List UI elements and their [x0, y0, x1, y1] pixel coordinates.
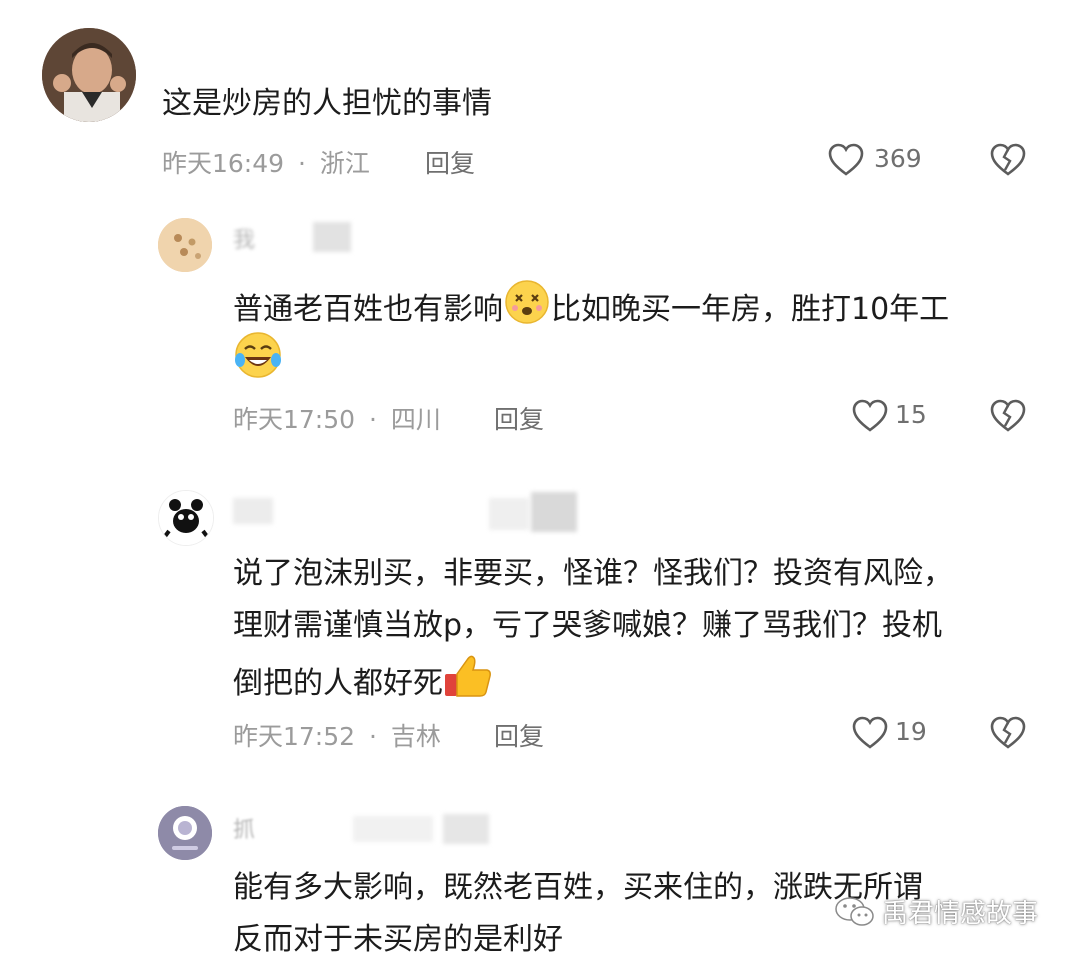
username-mosaic	[489, 498, 529, 530]
comment-text-line1: 说了泡沫别买，非要买，怪谁？怪我们？投资有风险，	[233, 556, 953, 591]
meta-separator: ·	[369, 722, 377, 751]
dizzy-face-emoji-icon	[503, 278, 551, 343]
like-count: 15	[895, 400, 927, 429]
comment-text: 普通老百姓也有影响 比如晚买一年房，胜打10年工	[233, 278, 1033, 343]
username-mosaic	[353, 816, 433, 842]
username-blurred[interactable]: 抓	[233, 812, 503, 846]
comment-text-part1: 普通老百姓也有影响	[233, 292, 503, 327]
username-partial: 我	[233, 228, 256, 253]
username-mosaic	[313, 222, 351, 252]
avatar-commenter-3[interactable]	[158, 490, 214, 546]
broken-heart-icon[interactable]	[990, 399, 1026, 433]
reply-button[interactable]: 回复	[494, 717, 544, 753]
watermark: 禹君情感故事	[834, 893, 1038, 930]
username-blurred[interactable]: 我	[233, 222, 363, 254]
comment-text-part2: 比如晚买一年房，胜打10年工	[551, 292, 950, 327]
comment-meta: 昨天17:50 · 四川	[233, 400, 441, 436]
avatar-commenter-1[interactable]	[42, 28, 136, 122]
thumbs-up-emoji-icon	[443, 652, 493, 717]
comment-text-line2: 理财需谨慎当放p，亏了哭爹喊娘？赚了骂我们？投机	[233, 608, 943, 643]
laughing-tears-emoji-icon	[233, 330, 283, 384]
broken-heart-icon[interactable]	[990, 716, 1026, 750]
reply-button[interactable]: 回复	[425, 144, 475, 180]
comment-location: 浙江	[319, 149, 370, 178]
reply-button[interactable]: 回复	[494, 400, 544, 436]
username-partial: 抓	[233, 818, 256, 843]
meta-separator: ·	[369, 405, 377, 434]
heart-outline-icon[interactable]	[852, 716, 888, 750]
username-mosaic	[233, 498, 273, 524]
comment-time: 昨天16:49	[162, 149, 285, 178]
comment-time: 昨天17:52	[233, 722, 356, 751]
watermark-text: 禹君情感故事	[882, 899, 1039, 929]
avatar-commenter-2[interactable]	[158, 218, 212, 272]
meta-separator: ·	[298, 149, 306, 178]
comment-location: 四川	[390, 405, 441, 434]
heart-outline-icon[interactable]	[828, 143, 864, 177]
username-mosaic	[531, 492, 577, 532]
comment-text: 这是炒房的人担忧的事情	[162, 86, 492, 121]
comment-meta: 昨天17:52 · 吉林	[233, 717, 441, 753]
comment-location: 吉林	[390, 722, 441, 751]
comment-text: 说了泡沫别买，非要买，怪谁？怪我们？投资有风险， 理财需谨慎当放p，亏了哭爹喊娘…	[233, 548, 1043, 717]
username-mosaic	[443, 814, 489, 844]
heart-outline-icon[interactable]	[852, 399, 888, 433]
comment-time: 昨天17:50	[233, 405, 356, 434]
broken-heart-icon[interactable]	[990, 143, 1026, 177]
like-count: 369	[874, 144, 922, 173]
comment-text-line3: 倒把的人都好死	[233, 652, 1043, 717]
like-count: 19	[895, 717, 927, 746]
username-blurred[interactable]	[233, 492, 583, 532]
avatar-commenter-4[interactable]	[158, 806, 212, 860]
wechat-logo-icon	[834, 895, 876, 929]
comment-meta: 昨天16:49 · 浙江	[162, 144, 370, 180]
